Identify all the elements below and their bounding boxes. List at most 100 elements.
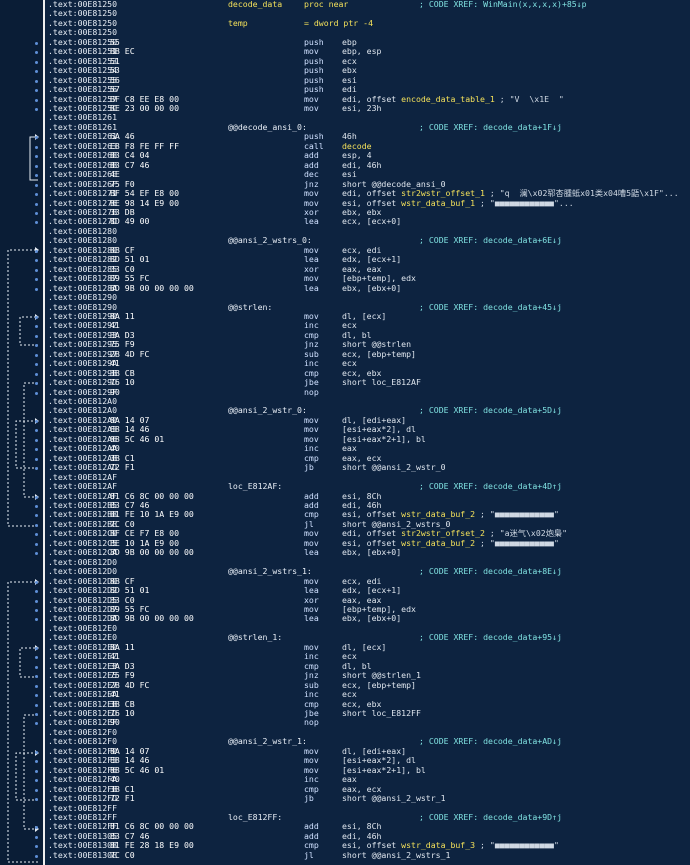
- listing-line[interactable]: .text:00E8127D 8D 49 00 lea ecx, [ecx+0]: [35, 216, 690, 227]
- mnemonic: jl: [304, 849, 314, 860]
- disassembly-listing[interactable]: .text:00E81250 decode_data proc near ; CODE…: [35, 0, 690, 860]
- breakpoint-dot-icon[interactable]: [35, 523, 38, 527]
- listing-line[interactable]: .text:00E81280: [48, 226, 690, 236]
- listing-line[interactable]: .text:00E81261: [48, 112, 690, 122]
- breakpoint-dot-icon[interactable]: [35, 438, 38, 442]
- listing-line[interactable]: .text:00E812CA 8D 9B 00 00 00 00 lea ebx, […: [35, 547, 690, 558]
- listing-line[interactable]: .text:00E812FD 72 F1 jb short @@ansi_2_wstr…: [35, 793, 690, 804]
- operand-text: short @@ansi_2_wstr_1: [342, 793, 446, 804]
- listing-line[interactable]: .text:00E81254 53 push ebx: [35, 65, 690, 75]
- listing-line[interactable]: .text:00E8126B 83 C7 46 add edi, 46h: [35, 160, 690, 170]
- listing-line[interactable]: .text:00E81255 56 push esi: [35, 75, 690, 85]
- listing-line[interactable]: .text:00E812AD 72 F1 jb short @@ansi_2_wstr…: [35, 462, 690, 473]
- breakpoint-dot-icon[interactable]: [35, 353, 38, 357]
- breakpoint-dot-icon[interactable]: [35, 684, 38, 688]
- breakpoint-dot-icon[interactable]: [35, 211, 38, 215]
- mnemonic: jb: [304, 793, 314, 804]
- breakpoint-dot-icon[interactable]: [35, 183, 38, 187]
- listing-line[interactable]: .text:00E8125C BE 23 00 00 00 mov esi, 23h: [35, 102, 690, 113]
- breakpoint-dot-icon[interactable]: [35, 703, 38, 707]
- address[interactable]: .text:00E8130E: [48, 850, 117, 860]
- breakpoint-dot-icon[interactable]: [35, 372, 38, 376]
- breakpoint-dot-icon[interactable]: [35, 41, 38, 45]
- symbol-reference[interactable]: wstr_data_buf_1: [401, 198, 475, 208]
- listing-line[interactable]: .text:00E812E0 8A 11 mov dl, [ecx]: [35, 642, 690, 652]
- listing-line[interactable]: .text:00E81250: [48, 27, 690, 37]
- symbol-reference[interactable]: encode_data_table_1: [401, 94, 495, 104]
- code-label: @@strlen:: [228, 301, 273, 312]
- inline-comment: ; "■■■■■■■■■■■■"...: [475, 197, 574, 208]
- breakpoint-dot-icon[interactable]: [35, 854, 38, 858]
- listing-line[interactable]: .text:00E81290: [48, 292, 690, 302]
- breakpoint-dot-icon[interactable]: [35, 60, 38, 64]
- breakpoint-dot-icon[interactable]: [35, 580, 38, 584]
- breakpoint-dot-icon[interactable]: [35, 788, 38, 792]
- operands: short loc_E812FF: [342, 708, 421, 718]
- listing-line[interactable]: .text:00E812E0: [48, 623, 690, 633]
- listing-line[interactable]: .text:00E81253 51 push ecx: [35, 56, 690, 66]
- opcode-bytes: 8D 9B 00 00 00 00: [110, 547, 194, 558]
- listing-line[interactable]: .text:00E812ED 76 10 jbe short loc_E812FF: [35, 708, 690, 718]
- listing-line[interactable]: .text:00E81290 8A 11 mov dl, [ecx]: [35, 311, 690, 321]
- breakpoint-dot-icon[interactable]: [35, 202, 38, 206]
- listing-line[interactable]: .text:00E8129D 76 10 jbe short loc_E812AF: [35, 377, 690, 387]
- code-xref-comment: ; CODE XREF: decode_data+4D↑j: [419, 481, 562, 492]
- code-label: loc_E812AF:: [228, 481, 283, 492]
- breakpoint-dot-icon[interactable]: [35, 268, 38, 272]
- operand-text: esi, 23h: [342, 102, 382, 113]
- breakpoint-dot-icon[interactable]: [35, 457, 38, 461]
- breakpoint-dot-icon[interactable]: [35, 599, 38, 603]
- listing-line[interactable]: .text:00E812DA 8D 9B 00 00 00 00 lea ebx, […: [35, 613, 690, 623]
- breakpoint-dot-icon[interactable]: [35, 505, 38, 509]
- breakpoint-dot-icon[interactable]: [35, 287, 38, 291]
- breakpoint-dot-icon[interactable]: [35, 835, 38, 839]
- operands: short @@ansi_2_wstr_0: [342, 462, 446, 472]
- breakpoint-dot-icon[interactable]: [35, 249, 38, 253]
- code-xref-comment: ; CODE XREF: WinMain(x,x,x,x)+85↓p: [419, 0, 587, 9]
- breakpoint-dot-icon[interactable]: [35, 391, 38, 395]
- operand-text: ecx, [ecx+0]: [342, 216, 402, 227]
- listing-line[interactable]: .text:00E81251 8B EC mov ebp, esp: [35, 46, 690, 56]
- breakpoint-dot-icon[interactable]: [35, 542, 38, 546]
- mnemonic: jb: [304, 462, 314, 473]
- listing-line[interactable]: .text:00E812A6 88 5C 46 01 mov [esi+eax*2+1…: [35, 434, 690, 444]
- operand-text: short @@ansi_2_wstrs_1: [342, 849, 451, 860]
- listing-line[interactable]: .text:00E812FF: [48, 803, 690, 813]
- listing-line[interactable]: .text:00E81250 temp = dword ptr -4: [48, 18, 690, 28]
- listing-line[interactable]: .text:00E81250 decode_data proc near; CODE…: [48, 0, 690, 9]
- breakpoint-dot-icon[interactable]: [35, 79, 38, 83]
- breakpoint-dot-icon[interactable]: [35, 419, 38, 423]
- breakpoint-dot-icon[interactable]: [35, 107, 38, 111]
- listing-line[interactable]: .text:00E8130E 7C C0 jl short @@ansi_2_wstr…: [35, 849, 690, 860]
- breakpoint-dot-icon[interactable]: [35, 750, 38, 754]
- listing-line[interactable]: .text:00E812F0: [48, 727, 690, 737]
- code-label: @@strlen_1:: [228, 632, 283, 643]
- breakpoint-dot-icon[interactable]: [35, 769, 38, 773]
- listing-line[interactable]: .text:00E812A0: [48, 396, 690, 406]
- breakpoint-dot-icon[interactable]: [35, 665, 38, 669]
- listing-line[interactable]: .text:00E812D0: [48, 557, 690, 567]
- breakpoint-dot-icon[interactable]: [35, 334, 38, 338]
- listing-line[interactable]: .text:00E8128A 8D 9B 00 00 00 00 lea ebx, […: [35, 282, 690, 293]
- breakpoint-dot-icon[interactable]: [35, 495, 38, 499]
- listing-line[interactable]: .text:00E812F6 88 5C 46 01 mov [esi+eax*2+1…: [35, 765, 690, 775]
- code-xref-comment: ; CODE XREF: decode_data+1F↓j: [419, 121, 562, 132]
- code-xref-comment: ; CODE XREF: decode_data+5D↓j: [419, 405, 562, 416]
- breakpoint-dot-icon[interactable]: [35, 646, 38, 650]
- breakpoint-dot-icon[interactable]: [35, 609, 38, 612]
- listing-line[interactable]: .text:00E812E7 2B 4D FC sub ecx, [ebp+temp]: [35, 680, 690, 690]
- breakpoint-dot-icon[interactable]: [35, 164, 38, 168]
- listing-line[interactable]: .text:00E812EF 90 nop: [35, 717, 690, 727]
- breakpoint-dot-icon[interactable]: [35, 98, 38, 102]
- breakpoint-dot-icon[interactable]: [35, 315, 38, 319]
- listing-line[interactable]: .text:00E812AF: [48, 472, 690, 482]
- opcode-bytes: 8D 9B 00 00 00 00: [110, 282, 194, 293]
- code-xref-comment: ; CODE XREF: decode_data+95↓j: [419, 632, 562, 643]
- listing-line[interactable]: .text:00E8129F 90 nop: [35, 387, 690, 397]
- symbol-reference[interactable]: wstr_data_buf_2: [401, 538, 475, 548]
- inline-comment: ; "■■■■■■■■■■■■": [475, 509, 559, 520]
- listing-line[interactable]: .text:00E81297 2B 4D FC sub ecx, [ebp+temp]: [35, 349, 690, 359]
- listing-line[interactable]: .text:00E81261 @@decode_ansi_0:; CODE XRE…: [48, 121, 690, 132]
- breakpoint-dot-icon[interactable]: [35, 145, 38, 149]
- breakpoint-dot-icon[interactable]: [35, 712, 38, 716]
